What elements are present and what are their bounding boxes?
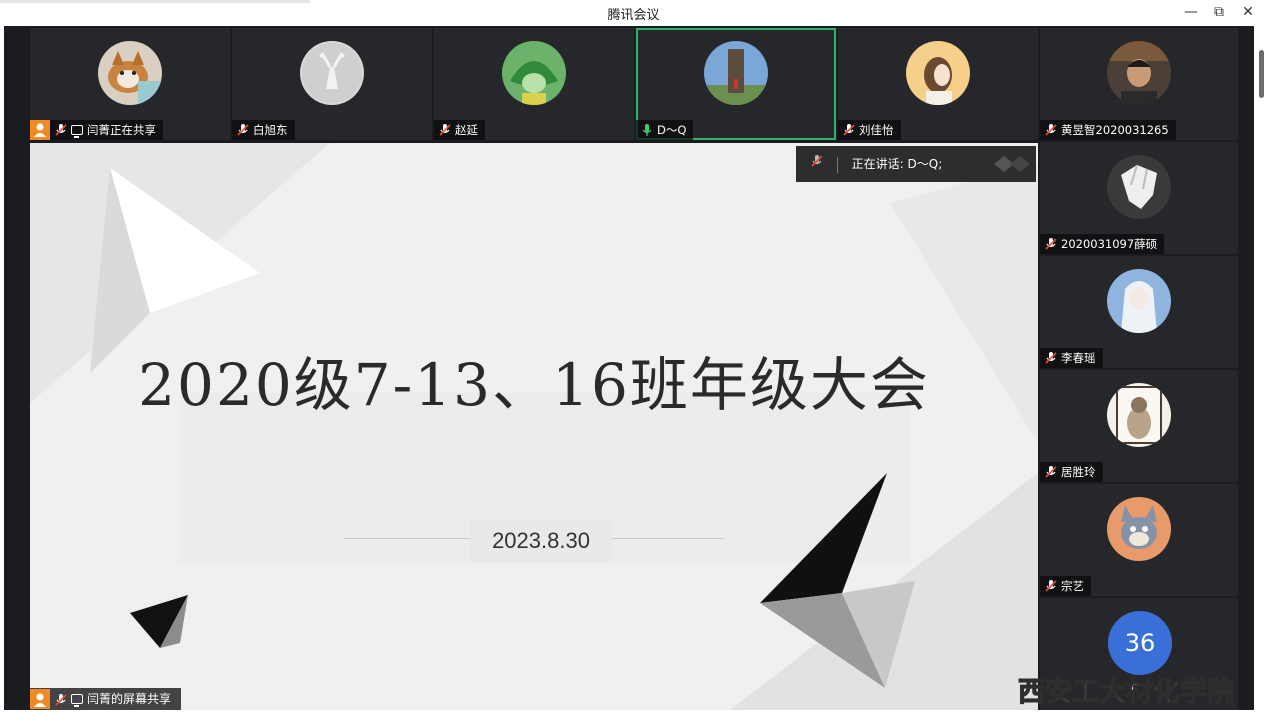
participant-name: D～Q <box>657 123 687 137</box>
participant-name: 黄昱智2020031265 <box>1061 123 1169 137</box>
participant-name-tag: 白旭东 <box>232 120 295 140</box>
host-person-icon <box>30 120 50 140</box>
screen-share-label: 闫菁的屏幕共享 <box>87 692 172 706</box>
mic-muted-icon <box>438 123 452 137</box>
mic-muted-icon <box>810 146 824 167</box>
window-title: 腾讯会议 <box>607 8 660 23</box>
restore-button[interactable]: ⧉ <box>1206 2 1232 22</box>
title-bar: 腾讯会议 — ⧉ ✕ <box>0 0 1267 26</box>
slide-title: 2020级7-13、16班年级大会 <box>138 351 930 419</box>
date-line-left <box>344 538 470 539</box>
participant-name-tag: 居胜玲 <box>1040 462 1103 482</box>
mic-muted-icon <box>1044 579 1058 593</box>
participant-name: 赵延 <box>455 123 478 137</box>
participant-name: 李春瑶 <box>1061 351 1096 365</box>
mic-muted-icon <box>842 123 856 137</box>
participant-name-tag: 赵延 <box>434 120 485 140</box>
tower-photo-avatar <box>704 41 768 105</box>
green-hood-avatar <box>502 41 566 105</box>
scrollbar-track[interactable] <box>1254 26 1267 710</box>
participant-name: 2020031097薛硕 <box>1061 237 1158 251</box>
participant-name: 闫菁正在共享 <box>87 123 156 137</box>
participant-name: 居胜玲 <box>1061 465 1096 479</box>
speaking-label: 正在讲话: D～Q; <box>851 157 943 171</box>
participant-tile-zongyi[interactable]: 宗艺 <box>1040 484 1238 596</box>
participant-tile-huangyuzhi[interactable]: 黄昱智2020031265 <box>1040 28 1238 140</box>
mic-active-icon <box>640 123 654 137</box>
tencent-logo-icon <box>994 156 1030 172</box>
participant-tile-yanjing[interactable]: 闫菁正在共享 <box>30 28 230 140</box>
cartoon-bear-avatar <box>1107 383 1171 447</box>
girl-illustration-avatar <box>906 41 970 105</box>
mic-muted-icon <box>1044 465 1058 479</box>
man-photo-avatar <box>1107 41 1171 105</box>
anime-girl-avatar <box>1107 269 1171 333</box>
scrollbar-thumb[interactable] <box>1259 50 1264 98</box>
participant-name-tag: 闫菁正在共享 <box>30 120 163 140</box>
mic-muted-icon <box>1044 237 1058 251</box>
participant-name-tag: 宗艺 <box>1040 576 1091 596</box>
watermark-text: 西安工大材化学院 <box>1017 676 1234 708</box>
close-button[interactable]: ✕ <box>1235 2 1261 22</box>
mic-muted-icon <box>54 123 68 137</box>
mic-muted-icon <box>1044 351 1058 365</box>
host-person-icon <box>30 689 50 709</box>
separator <box>836 156 838 173</box>
screen-share-tag: 闫菁的屏幕共享 <box>30 688 182 710</box>
participant-tile-jushengling[interactable]: 居胜玲 <box>1040 370 1238 482</box>
mic-muted-icon <box>54 692 68 706</box>
participant-count-badge[interactable]: 36 <box>1108 611 1172 675</box>
slide-background-shapes <box>30 143 1038 710</box>
dog-avatar <box>98 41 162 105</box>
participant-tile-dq[interactable]: D～Q <box>636 28 836 140</box>
anime-sketch-avatar <box>1107 155 1171 219</box>
participant-name-tag: 李春瑶 <box>1040 348 1103 368</box>
screen-share-icon <box>71 125 83 138</box>
participant-name-tag: 刘佳怡 <box>838 120 901 140</box>
deer-sculpture-avatar <box>300 41 364 105</box>
slide-date: 2023.8.30 <box>470 519 612 563</box>
participant-name-tag: D～Q <box>636 120 694 140</box>
mic-muted-icon <box>1044 123 1058 137</box>
participant-tile-zhaoyan[interactable]: 赵延 <box>434 28 634 140</box>
participant-tile-lichunyao[interactable]: 李春瑶 <box>1040 256 1238 368</box>
screen-share-icon <box>71 694 83 707</box>
participant-tile-xueshuo[interactable]: 2020031097薛硕 <box>1040 142 1238 254</box>
participant-name-tag: 2020031097薛硕 <box>1040 234 1165 254</box>
speaking-indicator: 正在讲话: D～Q; <box>796 146 1036 182</box>
minimize-button[interactable]: — <box>1178 2 1204 22</box>
top-left-strip <box>0 0 310 3</box>
participant-name: 刘佳怡 <box>859 123 894 137</box>
participant-name-tag: 黄昱智2020031265 <box>1040 120 1176 140</box>
participant-name: 宗艺 <box>1061 579 1084 593</box>
tom-cat-avatar <box>1107 497 1171 561</box>
date-line-right <box>612 538 724 539</box>
shared-screen: 2020级7-13、16班年级大会 2023.8.30 正在讲话: D～Q; 闫… <box>30 143 1038 710</box>
participant-tile-liujiayi[interactable]: 刘佳怡 <box>838 28 1038 140</box>
mic-muted-icon <box>236 123 250 137</box>
participant-tile-baixudong[interactable]: 白旭东 <box>232 28 432 140</box>
participant-name: 白旭东 <box>253 123 288 137</box>
